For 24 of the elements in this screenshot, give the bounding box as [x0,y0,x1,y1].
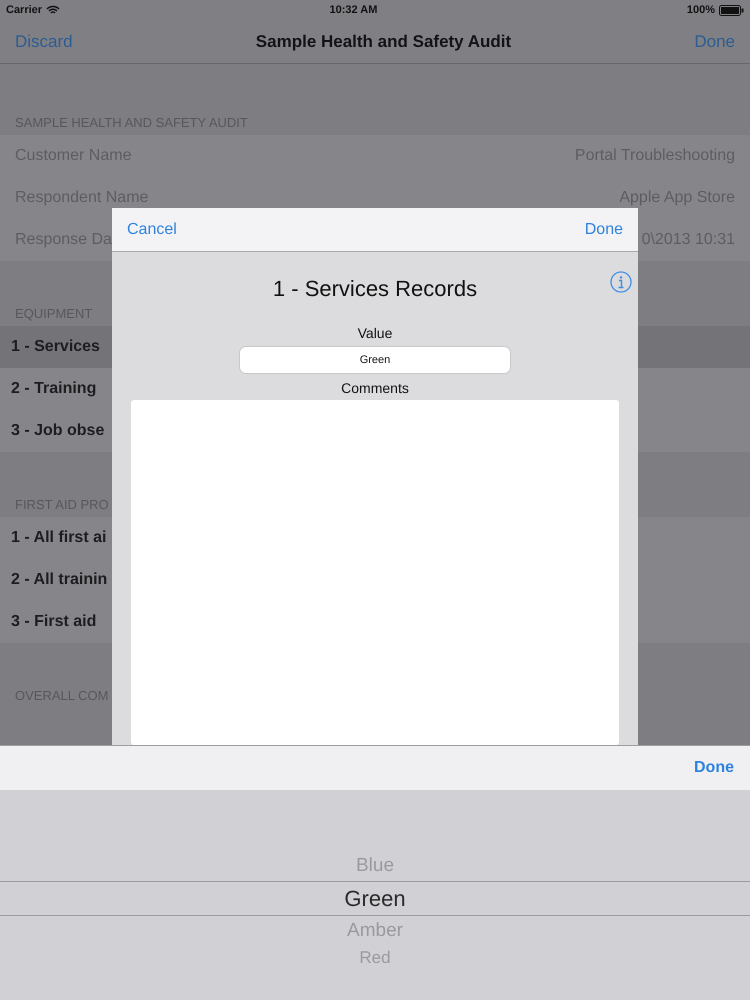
battery-icon [719,4,744,16]
done-button[interactable]: Done [694,759,734,777]
info-icon[interactable] [610,271,632,293]
done-button[interactable]: Done [584,220,623,238]
row-label: 2 - Training [11,380,96,398]
row-label: 1 - All first ai [11,529,106,547]
nav-title: Sample Health and Safety Audit [256,32,512,52]
row-label: 1 - Services [11,338,100,356]
row-label: 2 - All trainin [11,571,108,589]
carrier-label: Carrier [6,4,42,16]
done-button[interactable]: Done [694,32,735,52]
comments-label: Comments [341,380,409,396]
cancel-button[interactable]: Cancel [127,220,177,238]
comments-field[interactable] [131,400,619,745]
row-label: 3 - First aid [11,613,96,631]
row-label: 3 - Job obse [11,422,104,440]
dialog-title: 1 - Services Records [272,276,478,302]
discard-button[interactable]: Discard [15,32,73,52]
clock-time: 10:32 AM [328,4,378,16]
wifi-icon [46,5,60,15]
battery-percent: 100% [686,4,715,16]
value-field[interactable]: Green [239,346,511,374]
value-label: Value [358,325,392,341]
picker-option[interactable]: Green [0,881,750,916]
